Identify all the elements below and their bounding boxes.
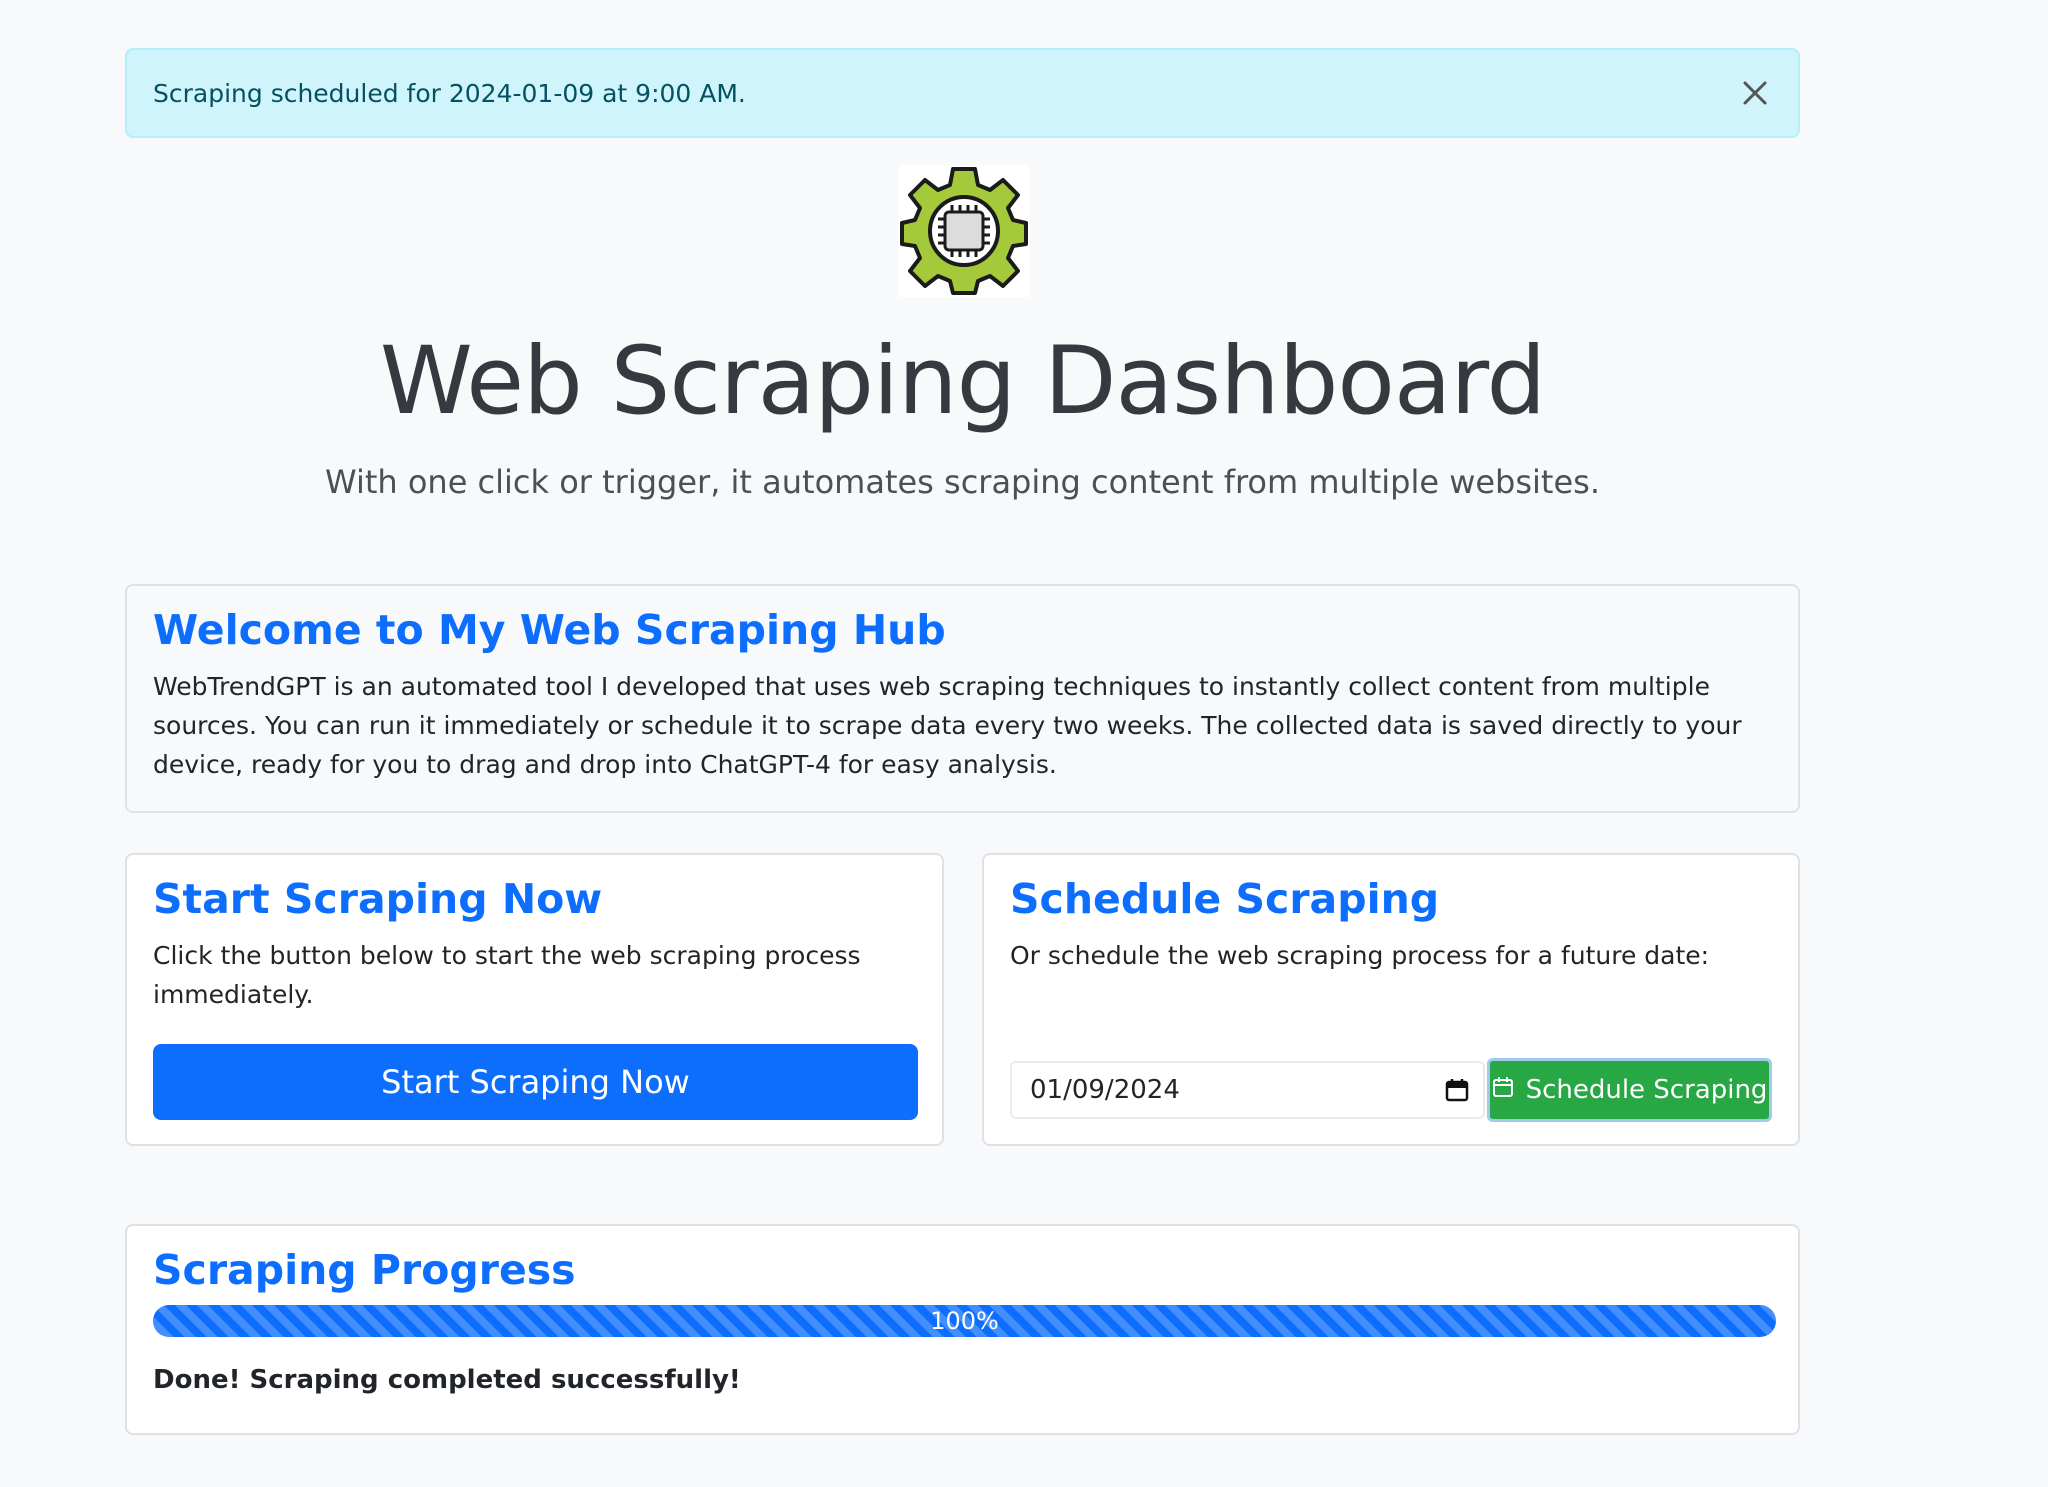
schedule-alert: Scraping scheduled for 2024-01-09 at 9:0… <box>125 48 1800 138</box>
dashboard-page: Scraping scheduled for 2024-01-09 at 9:0… <box>0 0 2048 1487</box>
page-subtitle: With one click or trigger, it automates … <box>325 463 1600 501</box>
schedule-scraping-button[interactable]: Schedule Scraping <box>1487 1058 1772 1122</box>
progress-title: Scraping Progress <box>153 1246 576 1294</box>
start-description: Click the button below to start the web … <box>153 941 861 1010</box>
welcome-body: WebTrendGPT is an automated tool I devel… <box>153 672 1742 780</box>
welcome-card: Welcome to My Web Scraping Hub WebTrendG… <box>125 584 1800 813</box>
alert-message: Scraping scheduled for 2024-01-09 at 9:0… <box>153 78 746 108</box>
calendar-icon[interactable] <box>1445 1078 1469 1102</box>
page-title: Web Scraping Dashboard <box>379 327 1546 436</box>
progress-bar: 100% <box>153 1305 1776 1338</box>
schedule-description: Or schedule the web scraping process for… <box>1010 941 1710 971</box>
date-value: 01/09/2024 <box>1030 1075 1180 1105</box>
welcome-title: Welcome to My Web Scraping Hub <box>153 606 946 654</box>
progress-status: Done! Scraping completed successfully! <box>153 1365 741 1396</box>
calendar-icon <box>1492 1075 1514 1105</box>
schedule-button-label: Schedule Scraping <box>1525 1075 1768 1105</box>
schedule-date-input[interactable]: 01/09/2024 <box>1010 1061 1485 1119</box>
schedule-title: Schedule Scraping <box>1010 875 1440 923</box>
start-title: Start Scraping Now <box>153 875 603 923</box>
start-scraping-card: Start Scraping Now Click the button belo… <box>125 853 944 1146</box>
scraping-progress-card: Scraping Progress 100% Done! Scraping co… <box>125 1224 1800 1435</box>
progress-track: 100% <box>153 1305 1776 1338</box>
start-scraping-button[interactable]: Start Scraping Now <box>153 1044 918 1120</box>
gear-chip-icon <box>898 165 1030 297</box>
close-icon[interactable] <box>1738 76 1772 110</box>
schedule-scraping-card: Schedule Scraping Or schedule the web sc… <box>982 853 1800 1146</box>
